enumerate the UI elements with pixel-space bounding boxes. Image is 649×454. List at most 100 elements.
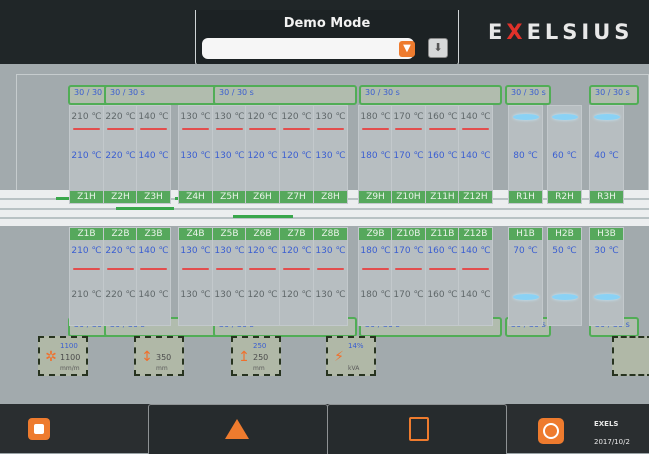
oxygen-icon — [618, 350, 632, 364]
zone-z6b[interactable]: Z6B 120 ℃ 120 ℃ — [245, 227, 280, 326]
zone-z11b[interactable]: Z11B 160 ℃ 160 ℃ — [425, 227, 460, 326]
zone-setpoint: 180 ℃ — [360, 290, 391, 300]
zone-z7h[interactable]: Z7H 120 ℃ 120 ℃ — [279, 105, 314, 204]
tab-alarms[interactable] — [148, 404, 328, 454]
warning-icon — [225, 419, 249, 439]
zone-name: Z7B — [280, 228, 313, 240]
process-widget[interactable]: ↥ 250 250 mm — [231, 336, 281, 376]
zone-name: Z1B — [70, 228, 103, 240]
zone-z10b[interactable]: Z10B 170 ℃ 170 ℃ — [391, 227, 426, 326]
zone-actual: 140 ℃ — [138, 151, 169, 161]
zone-group-timer[interactable]: 30 / 30 s — [213, 85, 357, 105]
zone-setpoint: 130 ℃ — [180, 112, 211, 122]
zone-group-timer[interactable]: 30 / 30 s — [505, 85, 551, 105]
zone-setpoint: 210 ℃ — [71, 290, 102, 300]
process-widget[interactable]: ✲ 1100 1100 mm/m — [38, 336, 88, 376]
zone-z1h[interactable]: Z1H 210 ℃ 210 ℃ — [69, 105, 104, 204]
mode-panel: Demo Mode ▼ ⬇ — [195, 10, 459, 66]
zone-h1b[interactable]: H1B 70 ℃ — [508, 227, 543, 326]
temperature-profile-line — [73, 268, 100, 270]
temperature-profile-line — [429, 268, 456, 270]
zone-name: R2H — [548, 191, 581, 203]
zone-z9h[interactable]: Z9H 180 ℃ 180 ℃ — [358, 105, 393, 204]
power-button[interactable] — [538, 418, 564, 444]
zone-z4b[interactable]: Z4B 130 ℃ 130 ℃ — [178, 227, 213, 326]
zone-name: Z3B — [137, 228, 170, 240]
process-widget[interactable]: ⚡ 14% kVA — [326, 336, 376, 376]
zone-actual: 120 ℃ — [281, 246, 312, 256]
zone-setpoint: 120 ℃ — [281, 112, 312, 122]
menu-button[interactable] — [28, 418, 50, 440]
zone-z3b[interactable]: Z3B 140 ℃ 140 ℃ — [136, 227, 171, 326]
zone-z2h[interactable]: Z2H 220 ℃ 220 ℃ — [103, 105, 138, 204]
zone-r3h[interactable]: R3H 40 ℃ — [589, 105, 624, 204]
zone-actual: 120 ℃ — [281, 151, 312, 161]
zone-z11h[interactable]: Z11H 160 ℃ 160 ℃ — [425, 105, 460, 204]
zone-setpoint: 210 ℃ — [71, 112, 102, 122]
zone-z10h[interactable]: Z10H 170 ℃ 170 ℃ — [391, 105, 426, 204]
zone-z2b[interactable]: Z2B 220 ℃ 220 ℃ — [103, 227, 138, 326]
temperature-profile-line — [182, 268, 209, 270]
zone-setpoint: 140 ℃ — [460, 290, 491, 300]
zone-r1h[interactable]: R1H 80 ℃ — [508, 105, 543, 204]
zone-h2b[interactable]: H2B 50 ℃ — [547, 227, 582, 326]
zone-z9b[interactable]: Z9B 180 ℃ 180 ℃ — [358, 227, 393, 326]
zone-z7b[interactable]: Z7B 120 ℃ 120 ℃ — [279, 227, 314, 326]
zone-group-timer[interactable]: 30 / 30 s — [359, 85, 502, 105]
zone-actual: 180 ℃ — [360, 246, 391, 256]
temperature-profile-line — [216, 128, 243, 130]
zone-setpoint: 140 ℃ — [460, 112, 491, 122]
brand-short: EXELS — [594, 420, 619, 428]
heater-lamp-icon — [552, 294, 578, 300]
temperature-profile-line — [429, 128, 456, 130]
zone-name: H1B — [509, 228, 542, 240]
zone-z8h[interactable]: Z8H 130 ℃ 130 ℃ — [313, 105, 348, 204]
zone-z5b[interactable]: Z5B 130 ℃ 130 ℃ — [212, 227, 247, 326]
zone-actual: 50 ℃ — [552, 246, 577, 256]
download-button[interactable]: ⬇ — [428, 38, 448, 58]
zone-r2h[interactable]: R2H 60 ℃ — [547, 105, 582, 204]
zone-name: Z4B — [179, 228, 212, 240]
widget-setpoint: 250 — [253, 342, 267, 350]
temperature-profile-line — [395, 128, 422, 130]
zone-z5h[interactable]: Z5H 130 ℃ 130 ℃ — [212, 105, 247, 204]
zone-group-timer[interactable]: 30 / 30 s — [589, 85, 639, 105]
zone-z6h[interactable]: Z6H 120 ℃ 120 ℃ — [245, 105, 280, 204]
widget-unit: mm — [253, 365, 265, 372]
zone-name: Z10H — [392, 191, 425, 203]
zone-z12b[interactable]: Z12B 140 ℃ 140 ℃ — [458, 227, 493, 326]
width-adjust-icon: ↕ — [141, 349, 153, 365]
zone-setpoint: 120 ℃ — [281, 290, 312, 300]
mode-select[interactable]: ▼ — [202, 38, 415, 59]
zone-setpoint: 120 ℃ — [247, 112, 278, 122]
zone-z3h[interactable]: Z3H 140 ℃ 140 ℃ — [136, 105, 171, 204]
chevron-down-icon[interactable]: ▼ — [399, 41, 415, 57]
zone-h3b[interactable]: H3B 30 ℃ — [589, 227, 624, 326]
zone-actual: 210 ℃ — [71, 151, 102, 161]
temperature-profile-line — [395, 268, 422, 270]
zone-z12h[interactable]: Z12H 140 ℃ 140 ℃ — [458, 105, 493, 204]
zone-actual: 160 ℃ — [427, 246, 458, 256]
zone-name: Z1H — [70, 191, 103, 203]
tab-reports[interactable] — [327, 404, 507, 454]
zone-name: Z6H — [246, 191, 279, 203]
process-widget[interactable] — [612, 336, 649, 376]
date-value: 2017/10/2 — [594, 438, 630, 446]
zone-z4h[interactable]: Z4H 130 ℃ 130 ℃ — [178, 105, 213, 204]
zone-setpoint: 130 ℃ — [180, 290, 211, 300]
zone-actual: 140 ℃ — [460, 151, 491, 161]
zone-group-timer[interactable]: 30 / 30 s — [104, 85, 220, 105]
zone-name: Z12B — [459, 228, 492, 240]
zone-actual: 220 ℃ — [105, 151, 136, 161]
temperature-profile-line — [249, 268, 276, 270]
process-widget[interactable]: ↕ 350 mm — [134, 336, 184, 376]
brand-logo: EXELSIUS — [488, 20, 634, 44]
temperature-profile-line — [249, 128, 276, 130]
zone-name: H3B — [590, 228, 623, 240]
zone-actual: 210 ℃ — [71, 246, 102, 256]
zone-name: Z12H — [459, 191, 492, 203]
zone-z8b[interactable]: Z8B 130 ℃ 130 ℃ — [313, 227, 348, 326]
zone-actual: 60 ℃ — [552, 151, 577, 161]
zone-z1b[interactable]: Z1B 210 ℃ 210 ℃ — [69, 227, 104, 326]
temperature-profile-line — [140, 128, 167, 130]
